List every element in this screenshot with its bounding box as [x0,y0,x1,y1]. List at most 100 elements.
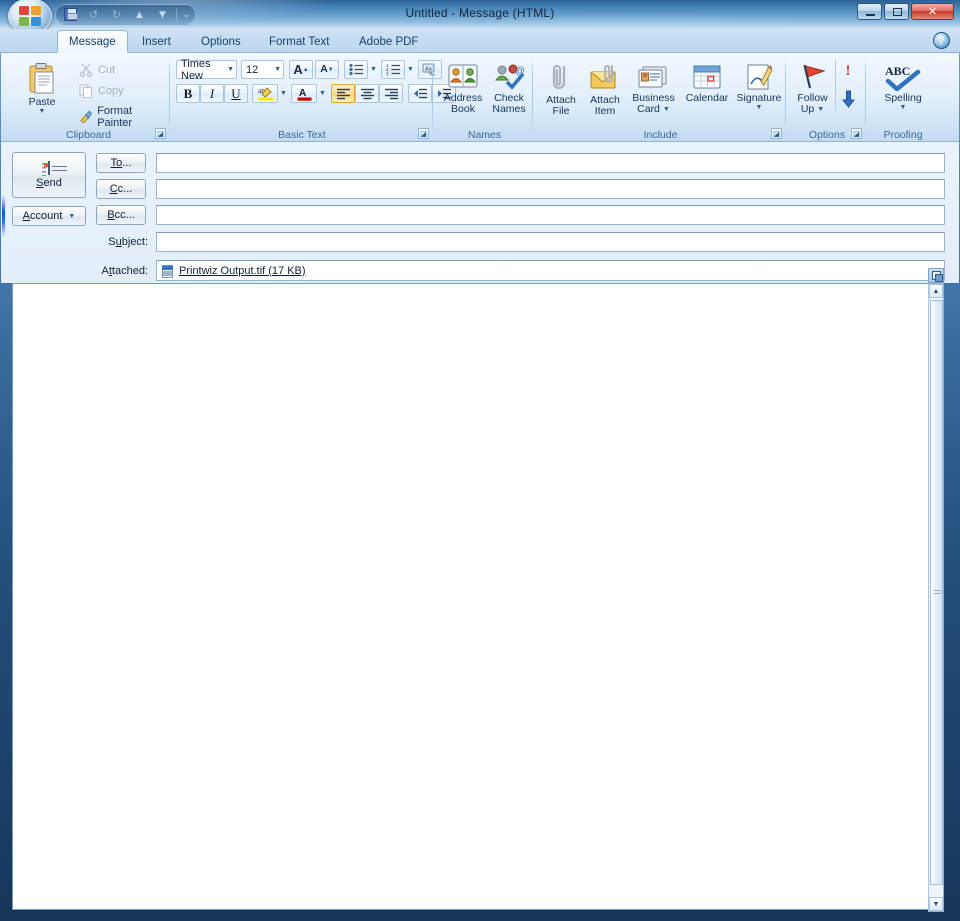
attach-file-button[interactable]: Attach File [539,59,583,119]
tab-adobe-pdf[interactable]: Adobe PDF [348,30,429,53]
tab-format-text[interactable]: Format Text [258,30,341,53]
to-label: To... [110,157,132,169]
send-button[interactable]: Send [12,152,86,198]
bullet-list-icon [348,63,363,76]
numbering-button[interactable]: 123 [381,60,405,79]
tab-options[interactable]: Options [190,30,252,53]
outlook-message-window: Untitled - Message (HTML) ✕ ↺ ↻ ▲ ▼ ⌄ Me… [0,0,960,921]
maximize-button[interactable] [884,3,909,20]
message-body-input[interactable] [13,284,943,909]
group-divider [532,56,533,134]
calendar-button[interactable]: Calendar [681,59,733,106]
address-book-label-line2: Book [451,103,475,115]
bullets-dropdown-button[interactable]: ▼ [368,60,379,79]
decrease-indent-icon [413,88,427,98]
align-right-button[interactable] [379,84,403,103]
chevron-down-icon[interactable]: ▼ [900,104,907,111]
font-size-value: 12 [246,63,259,76]
font-color-dropdown-button[interactable]: ▼ [317,84,328,103]
text-highlight-button[interactable]: ab [252,84,278,103]
arrow-down-blue-icon [841,90,855,108]
attached-field[interactable]: Printwiz Output.tif (17 KB) [156,260,945,281]
bcc-field[interactable] [156,205,945,225]
business-card-button[interactable]: Business Card ▼ [627,59,680,117]
ribbon-tab-bar: Message Insert Options Format Text Adobe… [0,29,960,53]
underline-button[interactable]: U [224,84,248,103]
undo-button[interactable]: ↺ [84,6,103,23]
close-button[interactable]: ✕ [911,3,954,20]
numbered-list-icon: 123 [386,63,400,76]
previous-item-button[interactable]: ▲ [130,6,149,23]
shrink-font-button[interactable]: A ▼ [315,60,339,79]
attachment-item[interactable]: Printwiz Output.tif (17 KB) [157,261,306,280]
copy-button: Copy [75,82,128,100]
help-icon[interactable]: ? [933,32,950,49]
group-divider [432,56,433,134]
paste-button[interactable]: Paste ▼ [15,59,69,117]
low-importance-button[interactable] [838,88,858,110]
chevron-down-icon[interactable]: ▼ [663,106,670,113]
decrease-indent-button[interactable] [408,84,432,103]
check-names-button[interactable]: @ Check Names [486,59,532,117]
scroll-down-button[interactable]: ▼ [929,897,943,911]
numbering-dropdown-button[interactable]: ▼ [405,60,416,79]
address-book-button[interactable]: Address Book [439,59,487,117]
cc-label: Cc... [109,183,133,195]
scroll-up-button[interactable]: ▲ [929,284,943,298]
message-options-button[interactable] [928,268,944,283]
font-size-combobox[interactable]: 12 ▼ [241,60,284,79]
high-importance-button[interactable]: ! [838,60,858,82]
to-button[interactable]: To... [96,153,146,173]
bcc-button[interactable]: Bcc... [96,205,146,225]
account-label: Account [22,210,63,222]
align-center-button[interactable] [355,84,379,103]
subject-field[interactable] [156,232,945,252]
svg-text:3: 3 [386,71,389,76]
account-button[interactable]: Account ▼ [12,206,86,226]
chevron-down-icon: ▼ [68,212,76,220]
calendar-label: Calendar [685,92,729,104]
chevron-down-icon[interactable]: ▼ [817,106,824,113]
basic-text-dialog-launcher[interactable]: ◪ [418,128,429,139]
to-field[interactable] [156,153,945,173]
customize-qat-button[interactable]: ⌄ [181,10,192,19]
signature-button[interactable]: Signature ▼ [733,59,785,113]
font-name-combobox[interactable]: Times New ▼ [176,58,237,82]
include-dialog-launcher[interactable]: ◪ [771,128,782,139]
chevron-down-icon[interactable]: ▼ [756,104,763,111]
align-left-button[interactable] [331,84,355,103]
font-color-button[interactable]: A [291,84,317,103]
chevron-down-icon: ▼ [227,66,234,73]
bold-button[interactable]: B [176,84,200,103]
options-dialog-launcher[interactable]: ◪ [851,128,862,139]
format-painter-button[interactable]: Format Painter [75,103,170,131]
group-divider [785,56,786,134]
tab-insert[interactable]: Insert [131,30,182,53]
follow-up-button[interactable]: Follow Up ▼ [790,59,835,117]
redo-button[interactable]: ↻ [107,6,126,23]
body-vertical-scrollbar[interactable]: ▲ ▼ [928,268,944,912]
qat-divider [176,8,177,21]
save-icon [64,8,78,21]
tab-message[interactable]: Message [57,30,128,53]
clipboard-dialog-launcher[interactable]: ◪ [155,128,166,139]
signature-icon [747,64,773,90]
bcc-value [157,206,944,210]
chevron-down-icon: ▼ [319,90,326,97]
italic-button[interactable]: I [200,84,224,103]
cc-button[interactable]: Cc... [96,179,146,199]
group-label-names: Names [467,129,502,141]
next-item-button[interactable]: ▼ [153,6,172,23]
minimize-button[interactable] [857,3,882,20]
scroll-thumb[interactable] [930,300,943,885]
attachment-name[interactable]: Printwiz Output.tif (17 KB) [179,265,306,277]
highlight-dropdown-button[interactable]: ▼ [278,84,289,103]
grow-font-button[interactable]: A ▲ [289,60,313,79]
cc-field[interactable] [156,179,945,199]
save-button[interactable] [61,6,80,23]
spelling-button[interactable]: ABC Spelling ▼ [874,59,932,113]
paste-dropdown-arrow-icon[interactable]: ▼ [39,108,46,115]
bullets-button[interactable] [344,60,368,79]
ribbon: Paste ▼ Cut Copy Format Painter Clipboar… [1,53,959,142]
attach-item-button[interactable]: Attach Item [583,59,627,119]
